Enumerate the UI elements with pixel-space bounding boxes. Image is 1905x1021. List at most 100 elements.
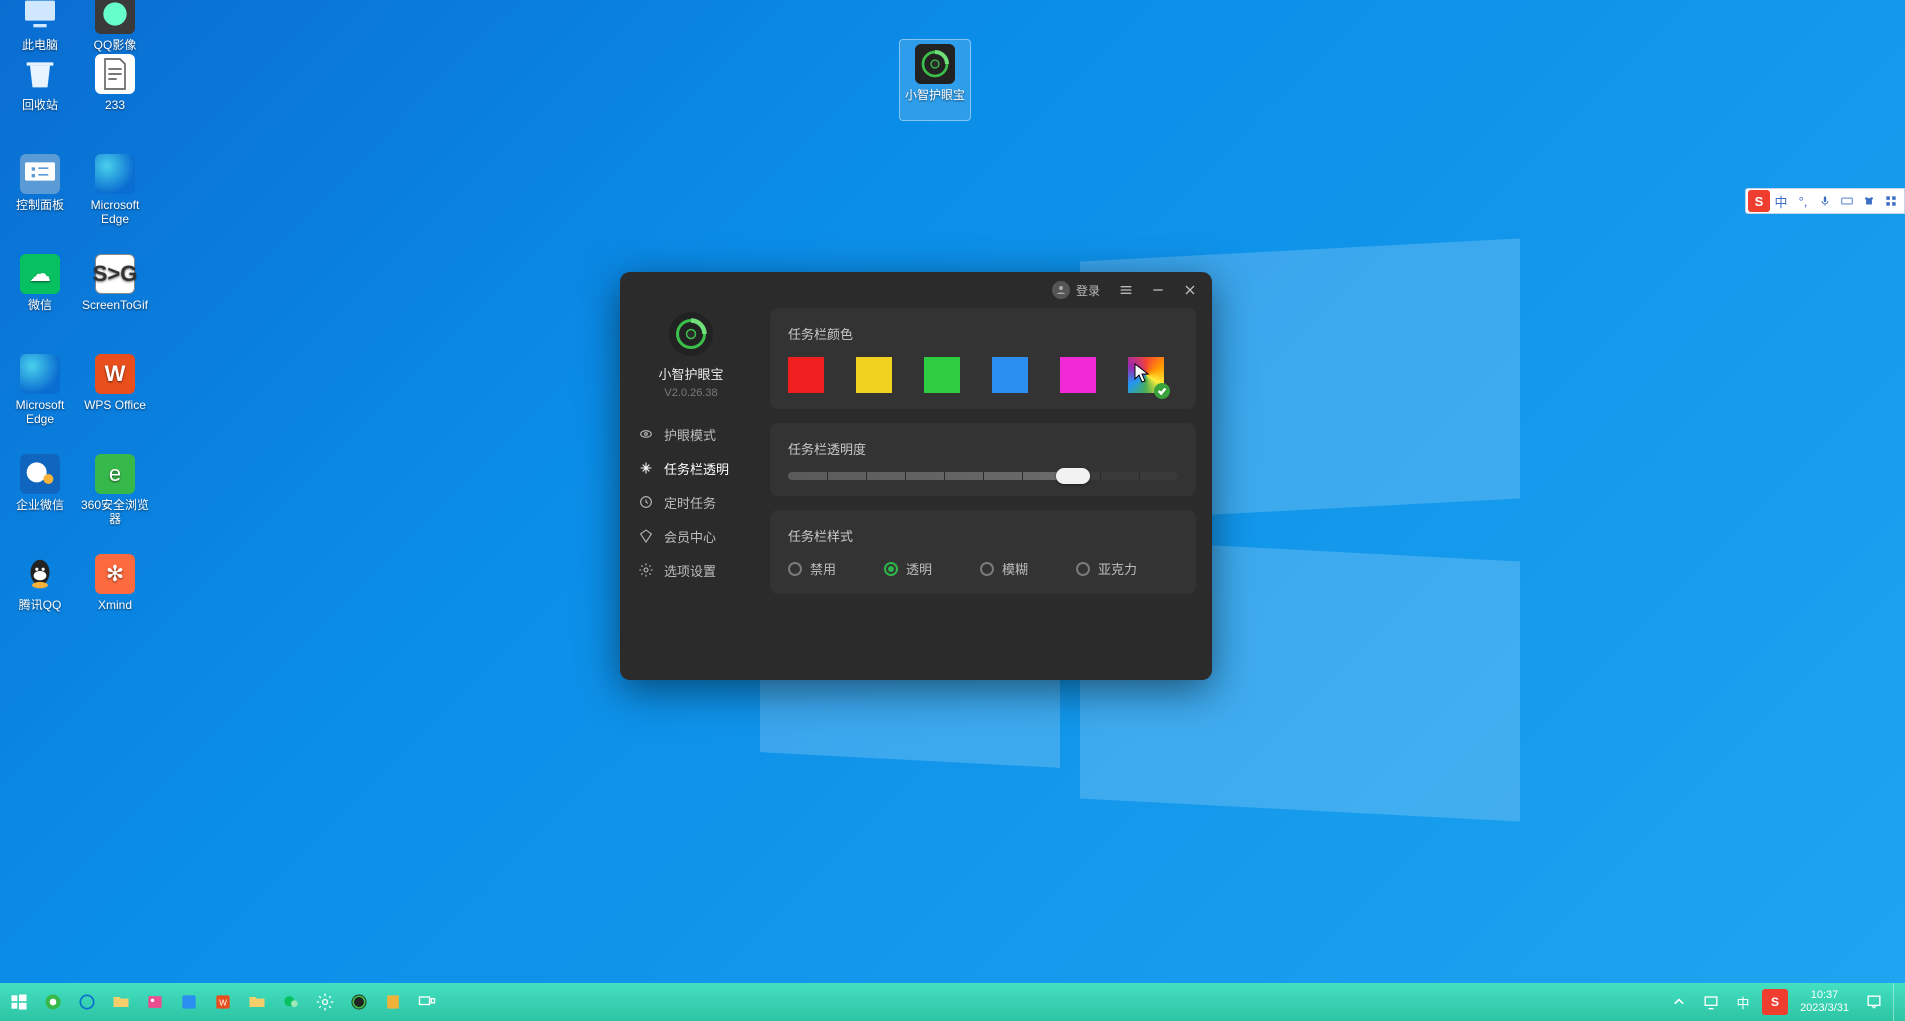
clock-time: 10:37	[1800, 989, 1849, 1002]
titlebar[interactable]: 登录	[620, 272, 1212, 308]
taskbar-clock[interactable]: 10:37 2023/3/31	[1794, 989, 1855, 1015]
computer-icon	[20, 0, 60, 34]
icon-label: 小智护眼宝	[900, 88, 970, 116]
nav-label: 任务栏透明	[664, 459, 729, 478]
menu-button[interactable]	[1114, 278, 1138, 302]
desktop-icon-edge-1[interactable]: Microsoft Edge	[80, 154, 150, 226]
desktop-icon-file-233[interactable]: 233	[80, 54, 150, 126]
slider-thumb[interactable]	[1056, 468, 1090, 484]
edge-icon	[20, 354, 60, 394]
nav-mode[interactable]: 护眼模式	[638, 417, 762, 451]
section-taskbar-style: 任务栏样式 禁用 透明 模糊	[770, 510, 1196, 594]
minimize-button[interactable]	[1146, 278, 1170, 302]
ime-punct-icon[interactable]: °,	[1792, 190, 1814, 212]
radio-dot-icon	[884, 562, 898, 576]
tray-network-icon[interactable]	[1698, 989, 1724, 1015]
wps-icon: W	[95, 354, 135, 394]
brand: 小智护眼宝 V2.0.26.38	[620, 312, 762, 399]
tray-chevron-up-icon[interactable]	[1666, 989, 1692, 1015]
login-label: 登录	[1076, 282, 1100, 299]
swatch-green[interactable]	[924, 357, 960, 393]
nav-taskbar[interactable]: 任务栏透明	[638, 451, 762, 485]
desktop-icon-xmind[interactable]: ✻ Xmind	[80, 554, 150, 626]
app-window: 登录 小智护眼宝 V2.0.26.38 护眼模式 任务栏透明	[620, 272, 1212, 680]
qq-icon	[20, 554, 60, 594]
radio-label: 禁用	[810, 559, 836, 578]
radio-label: 透明	[906, 559, 932, 578]
icon-label: 回收站	[5, 98, 75, 126]
show-desktop-button[interactable]	[1893, 983, 1901, 1021]
ime-skin-icon[interactable]	[1858, 190, 1880, 212]
taskbar: W 中 S 10:37 2023/3/31	[0, 983, 1905, 1021]
check-icon	[1154, 383, 1170, 399]
tb-notes-icon[interactable]	[380, 989, 406, 1015]
tb-explorer-icon[interactable]	[108, 989, 134, 1015]
desktop-icon-recycle-bin[interactable]: 回收站	[5, 54, 75, 126]
tb-files-icon[interactable]	[244, 989, 270, 1015]
login-button[interactable]: 登录	[1052, 281, 1100, 299]
tb-app-icon[interactable]	[346, 989, 372, 1015]
icon-label: ScreenToGif	[80, 298, 150, 326]
swatch-blue[interactable]	[992, 357, 1028, 393]
nav-vip[interactable]: 会员中心	[638, 519, 762, 553]
sidebar: 小智护眼宝 V2.0.26.38 护眼模式 任务栏透明 定时任务 会员中心	[620, 308, 762, 680]
tray-notification-icon[interactable]	[1861, 989, 1887, 1015]
desktop-icon-control-panel[interactable]: 控制面板	[5, 154, 75, 226]
nav-schedule[interactable]: 定时任务	[638, 485, 762, 519]
app-name: 小智护眼宝	[658, 364, 723, 383]
radio-transparent[interactable]: 透明	[884, 559, 932, 578]
tray-sogou-icon[interactable]: S	[1762, 989, 1788, 1015]
desktop-icon-wps[interactable]: W WPS Office	[80, 354, 150, 426]
tb-photos-icon[interactable]	[142, 989, 168, 1015]
tray-ime-zh[interactable]: 中	[1730, 989, 1756, 1015]
desktop-icon-360[interactable]: e 360安全浏览器	[80, 454, 150, 526]
desktop-icon-qq[interactable]: 腾讯QQ	[5, 554, 75, 626]
ime-toolbar[interactable]: S 中 °,	[1745, 188, 1905, 214]
swatch-magenta[interactable]	[1060, 357, 1096, 393]
icon-label: Microsoft Edge	[5, 398, 75, 426]
close-button[interactable]	[1178, 278, 1202, 302]
section-title: 任务栏样式	[788, 526, 1178, 545]
nav-label: 会员中心	[664, 527, 716, 546]
tb-settings-icon[interactable]	[312, 989, 338, 1015]
desktop-icon-wechat[interactable]: ☁ 微信	[5, 254, 75, 326]
tb-360-icon[interactable]	[40, 989, 66, 1015]
app-version: V2.0.26.38	[664, 387, 717, 399]
system-tray: 中 S	[1666, 989, 1788, 1015]
desktop-icon-qywx[interactable]: 企业微信	[5, 454, 75, 526]
eye-icon	[638, 426, 654, 442]
swatch-custom[interactable]	[1128, 357, 1164, 393]
nav-options[interactable]: 选项设置	[638, 553, 762, 587]
radio-dot-icon	[788, 562, 802, 576]
ime-mic-icon[interactable]	[1814, 190, 1836, 212]
app-icon	[915, 44, 955, 84]
ime-menu-icon[interactable]	[1880, 190, 1902, 212]
desktop-icon-screentogif[interactable]: S>G ScreenToGif	[80, 254, 150, 326]
tb-paint-icon[interactable]	[176, 989, 202, 1015]
radio-acrylic[interactable]: 亚克力	[1076, 559, 1137, 578]
sogou-logo-icon[interactable]: S	[1748, 190, 1770, 212]
tb-wps-icon[interactable]: W	[210, 989, 236, 1015]
tb-taskview-icon[interactable]	[414, 989, 440, 1015]
ime-lang[interactable]: 中	[1770, 190, 1792, 212]
start-button[interactable]	[6, 989, 32, 1015]
radio-disable[interactable]: 禁用	[788, 559, 836, 578]
avatar-icon	[1052, 281, 1070, 299]
ime-softkbd-icon[interactable]	[1836, 190, 1858, 212]
swatch-yellow[interactable]	[856, 357, 892, 393]
desktop-icon-edge-2[interactable]: Microsoft Edge	[5, 354, 75, 426]
swatch-red[interactable]	[788, 357, 824, 393]
desktop-icon-app-shortcut[interactable]: 小智护眼宝	[900, 40, 970, 120]
icon-label: Xmind	[80, 598, 150, 626]
sparkle-icon	[638, 460, 654, 476]
qiye-wechat-icon	[20, 454, 60, 494]
qq-image-icon	[95, 0, 135, 34]
text-file-icon	[95, 54, 135, 94]
tb-cortana-icon[interactable]	[74, 989, 100, 1015]
radio-blur[interactable]: 模糊	[980, 559, 1028, 578]
edge-icon	[95, 154, 135, 194]
tb-wechat-icon[interactable]	[278, 989, 304, 1015]
icon-label: Microsoft Edge	[80, 198, 150, 226]
section-taskbar-opacity: 任务栏透明度	[770, 423, 1196, 496]
opacity-slider[interactable]	[788, 472, 1178, 480]
